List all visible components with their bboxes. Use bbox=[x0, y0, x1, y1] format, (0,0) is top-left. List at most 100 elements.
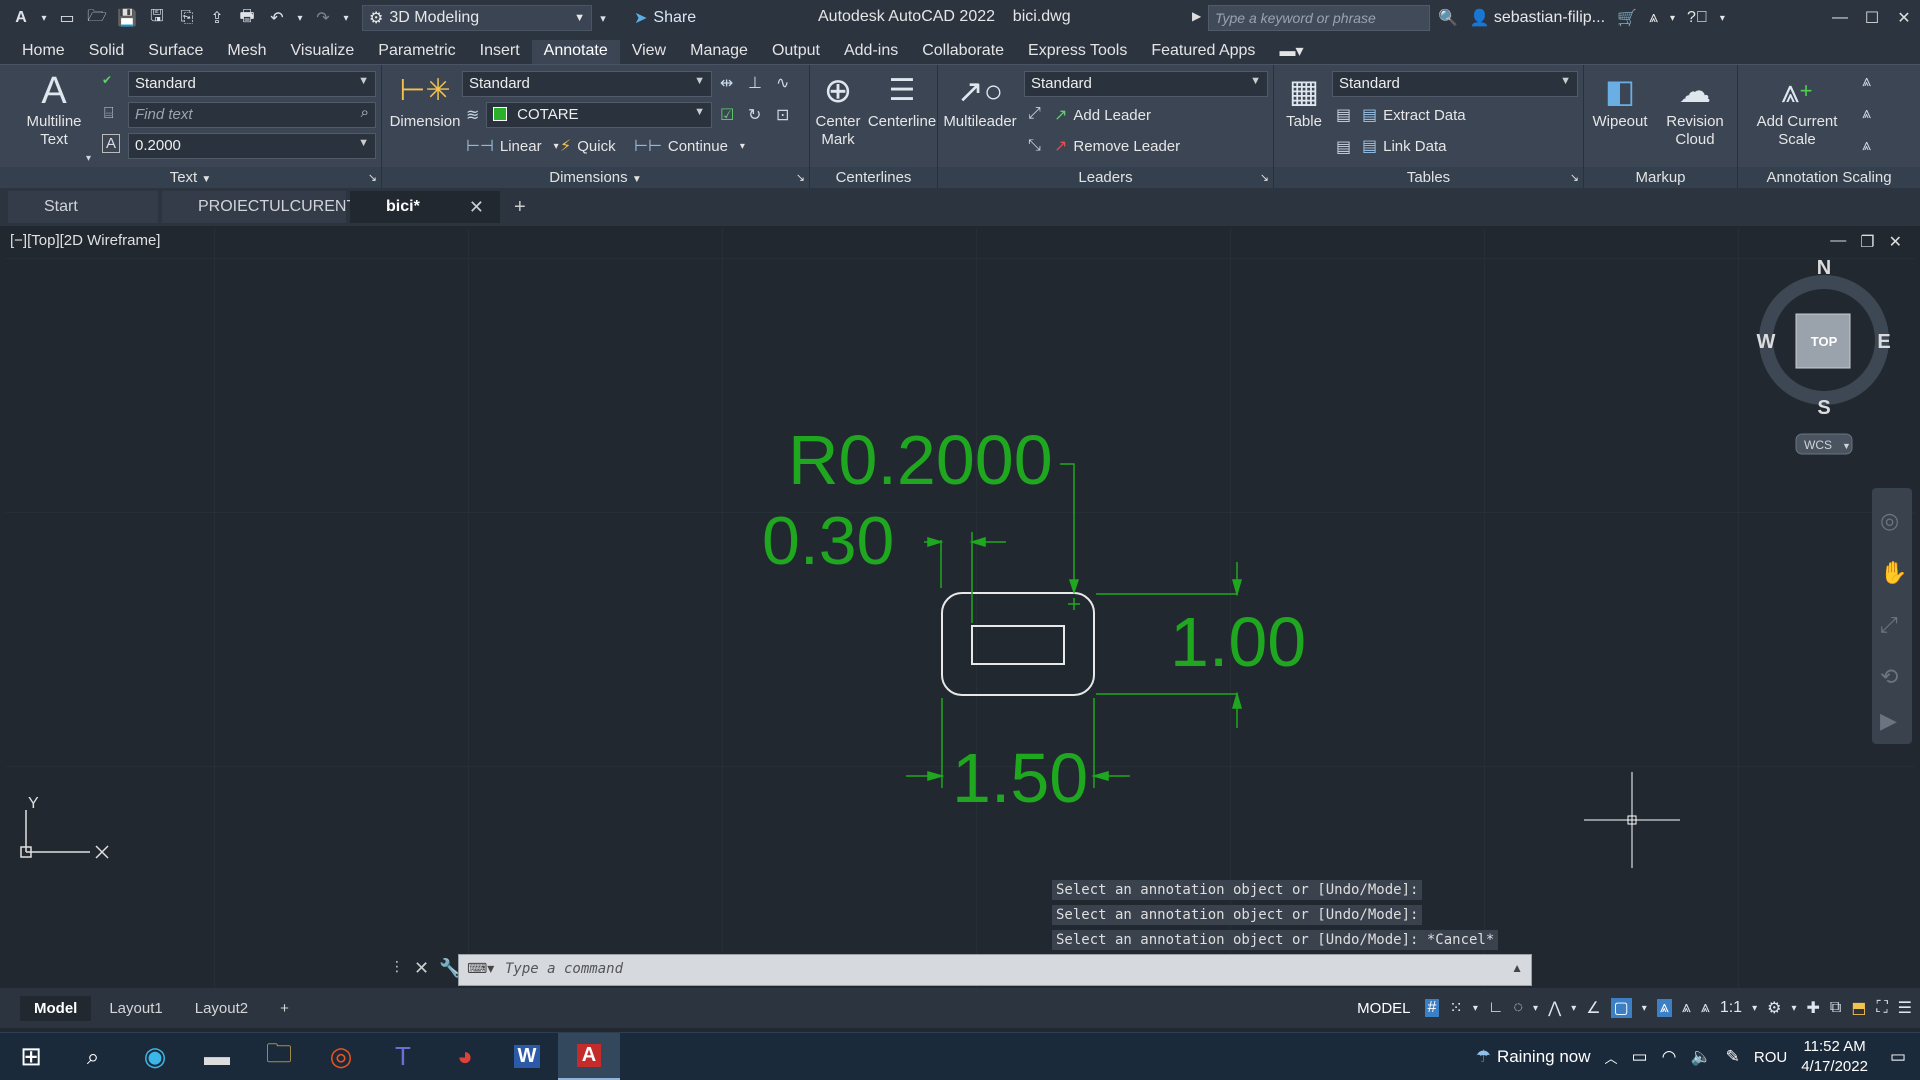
spell-check-icon[interactable]: ✔ bbox=[102, 73, 112, 87]
table-button[interactable]: ▦ Table bbox=[1274, 69, 1334, 131]
save-as-icon[interactable]: 🖫 bbox=[144, 5, 170, 31]
user-name[interactable]: sebastian-filip... bbox=[1494, 9, 1605, 27]
search-input[interactable]: Type a keyword or phrase bbox=[1208, 5, 1430, 31]
battery-icon[interactable]: ▭ bbox=[1632, 1047, 1648, 1067]
customize-qat-icon[interactable]: ▾ bbox=[596, 5, 610, 31]
delete-scale-icon[interactable]: ⩓ bbox=[1862, 137, 1871, 155]
text-height-icon[interactable]: A bbox=[102, 134, 121, 153]
undo-icon[interactable]: ↶ bbox=[264, 5, 290, 31]
wipeout-button[interactable]: ◧ Wipeout bbox=[1584, 69, 1656, 131]
ubuntu-icon[interactable]: ◎ bbox=[310, 1033, 372, 1080]
chevron-down-icon[interactable]: ▾ bbox=[38, 5, 50, 31]
application-menu-icon[interactable]: A bbox=[8, 5, 34, 31]
close-icon[interactable]: ✕ bbox=[414, 958, 429, 979]
pan-icon[interactable]: ✋ bbox=[1880, 560, 1907, 586]
quick-properties-icon[interactable]: ⬒ bbox=[1851, 998, 1866, 1018]
auto-scale-icon[interactable]: ⩓ bbox=[1682, 999, 1691, 1017]
dialog-launcher-icon[interactable]: ↘ bbox=[796, 167, 805, 189]
maximize-icon[interactable]: ☐ bbox=[1856, 0, 1888, 36]
update-icon[interactable]: ↻ bbox=[748, 105, 761, 125]
file-explorer-icon[interactable]: 🗀 bbox=[248, 1033, 310, 1080]
close-icon[interactable]: ✕ bbox=[1889, 232, 1902, 252]
chevron-down-icon[interactable]: ▾ bbox=[1571, 1003, 1576, 1014]
pen-icon[interactable]: ✎ bbox=[1726, 1047, 1740, 1067]
chevron-up-icon[interactable]: ︿ bbox=[1605, 1048, 1618, 1067]
leaders-panel-title[interactable]: Leaders ↘ bbox=[938, 167, 1273, 189]
search-icon[interactable]: 🔍 bbox=[1438, 8, 1458, 28]
link-data-button[interactable]: ▤ Link Data bbox=[1362, 133, 1447, 159]
linear-button[interactable]: ⊢⊣ Linear ▾ bbox=[466, 133, 559, 159]
file-tab[interactable]: bici* ✕ bbox=[350, 191, 500, 223]
chevron-down-icon[interactable]: ▾ bbox=[1473, 1003, 1478, 1014]
volume-icon[interactable]: 🔈 bbox=[1690, 1047, 1711, 1067]
center-mark-button[interactable]: ⊕ Center Mark bbox=[810, 69, 866, 149]
notifications-icon[interactable]: ▭ bbox=[1890, 1047, 1906, 1067]
dialog-launcher-icon[interactable]: ↘ bbox=[1260, 167, 1269, 189]
radius-dimension-text[interactable]: R0.2000 bbox=[788, 421, 1053, 499]
reassociate-icon[interactable]: ⊡ bbox=[776, 105, 789, 125]
layout-tab-layout2[interactable]: Layout2 bbox=[181, 996, 262, 1021]
offset-dimension-text[interactable]: 0.30 bbox=[762, 503, 894, 579]
chevron-down-icon[interactable]: ▾ bbox=[86, 153, 91, 164]
align-leaders-icon[interactable]: ⤢ bbox=[1028, 105, 1041, 123]
weather-label[interactable]: Raining now bbox=[1497, 1047, 1591, 1067]
add-layout-icon[interactable]: + bbox=[266, 996, 303, 1021]
annotation-scale-value[interactable]: 1:1 bbox=[1720, 999, 1742, 1017]
polar-icon[interactable]: ◌ bbox=[1514, 999, 1524, 1017]
find-text-input[interactable]: Find text ⌕ bbox=[128, 102, 376, 128]
dimensions-panel-title[interactable]: Dimensions ▼ ↘ bbox=[382, 167, 809, 189]
dimension-button[interactable]: ⊢✳ Dimension bbox=[384, 69, 466, 131]
plot-icon[interactable]: 🖶 bbox=[234, 5, 260, 31]
expand-search-icon[interactable]: ▶ bbox=[1192, 9, 1201, 23]
save-web-icon[interactable]: ⇪ bbox=[204, 5, 230, 31]
inspect-icon[interactable]: ☑ bbox=[720, 105, 734, 125]
language-indicator[interactable]: ROU bbox=[1754, 1049, 1787, 1066]
ortho-icon[interactable]: ∟ bbox=[1488, 999, 1504, 1017]
chevron-down-icon[interactable]: ▾ bbox=[1642, 1003, 1647, 1014]
chevron-down-icon[interactable]: ▾ bbox=[1791, 1003, 1796, 1014]
remove-leader-button[interactable]: ↗ Remove Leader bbox=[1054, 133, 1180, 159]
command-line-input[interactable]: ⌨▾ Type a command ▲ bbox=[458, 954, 1532, 986]
redo-dropdown-icon[interactable]: ▾ bbox=[340, 5, 352, 31]
dialog-launcher-icon[interactable]: ↘ bbox=[1570, 167, 1579, 189]
collect-leaders-icon[interactable]: ⤡ bbox=[1028, 137, 1041, 155]
grid-icon[interactable]: # bbox=[1424, 999, 1440, 1017]
annotation-scale-icon[interactable]: ⩓ bbox=[1701, 999, 1710, 1017]
dimension-layer-select[interactable]: COTARE ▼ bbox=[486, 102, 712, 128]
open-web-icon[interactable]: ⎘ bbox=[174, 5, 200, 31]
object-snap-icon[interactable]: ▢ bbox=[1610, 998, 1632, 1018]
dimension-style-select[interactable]: Standard ▼ bbox=[462, 71, 712, 97]
text-style-select[interactable]: Standard ▼ bbox=[128, 71, 376, 97]
zoom-extents-icon[interactable]: ⤢ bbox=[1880, 613, 1898, 638]
adjust-space-icon[interactable]: ⇹ bbox=[720, 73, 733, 93]
user-icon[interactable]: 👤 bbox=[1470, 8, 1490, 28]
compass-north[interactable]: N bbox=[1817, 257, 1831, 279]
quick-dimension-button[interactable]: ⚡ Quick bbox=[560, 133, 616, 159]
cart-icon[interactable]: 🛒 bbox=[1617, 8, 1637, 28]
command-prompt-icon[interactable]: ⌨▾ bbox=[467, 960, 494, 977]
object-snap-tracking-icon[interactable]: ∠ bbox=[1586, 998, 1600, 1018]
continue-dimension-button[interactable]: ⊢⊢ Continue ▾ bbox=[634, 133, 745, 159]
windows-start-icon[interactable]: ⊞ bbox=[0, 1033, 62, 1080]
annotation-visibility-icon[interactable]: ⩓ bbox=[1656, 999, 1672, 1017]
find-text-icon[interactable]: ⌸ bbox=[104, 105, 114, 123]
multiline-text-button[interactable]: A Multiline Text bbox=[14, 69, 94, 149]
table-edit-icon[interactable]: ▤ bbox=[1336, 105, 1351, 125]
revision-cloud-button[interactable]: ☁ Revision Cloud bbox=[1656, 69, 1734, 149]
clock[interactable]: 11:52 AM 4/17/2022 bbox=[1801, 1037, 1868, 1077]
height-dimension-text[interactable]: 1.00 bbox=[1170, 603, 1306, 681]
workspace-switching-icon[interactable]: ⚙ bbox=[1767, 998, 1781, 1018]
close-icon[interactable]: ✕ bbox=[1888, 0, 1920, 36]
fullscreen-icon[interactable]: ⛶ bbox=[1876, 999, 1887, 1017]
word-icon[interactable]: W bbox=[496, 1033, 558, 1080]
save-icon[interactable]: 💾 bbox=[114, 5, 140, 31]
table-link-icon[interactable]: ▤ bbox=[1336, 137, 1351, 157]
autodesk-app-icon[interactable]: ⩓ bbox=[1649, 9, 1658, 27]
search-icon[interactable]: ⌕ bbox=[62, 1033, 124, 1080]
minimize-icon[interactable]: — bbox=[1824, 0, 1856, 36]
umbrella-icon[interactable]: ☂ bbox=[1476, 1047, 1491, 1067]
layout-tab-layout1[interactable]: Layout1 bbox=[95, 996, 176, 1021]
width-dimension-text[interactable]: 1.50 bbox=[952, 739, 1088, 817]
annotation-monitor-icon[interactable]: ✚ bbox=[1806, 998, 1819, 1018]
chevron-down-icon[interactable]: ▾ bbox=[1752, 1003, 1757, 1014]
